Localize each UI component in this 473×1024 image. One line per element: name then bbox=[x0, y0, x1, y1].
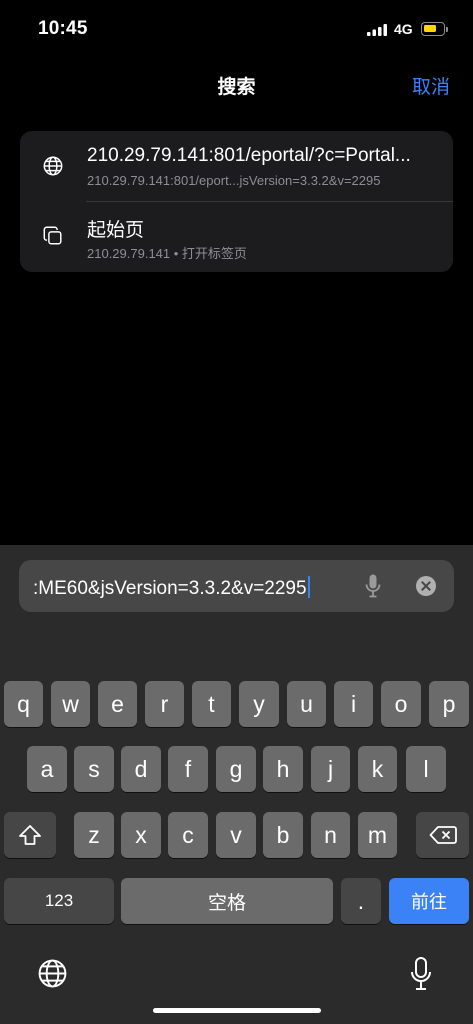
tabs-icon bbox=[43, 226, 62, 245]
key-q[interactable]: q bbox=[4, 681, 43, 727]
address-bar[interactable]: :ME60&jsVersion=3.3.2&v=2295 bbox=[19, 560, 454, 612]
suggestion-item[interactable]: 起始页 210.29.79.141 • 打开标签页 bbox=[20, 201, 453, 271]
home-indicator[interactable] bbox=[153, 1008, 321, 1013]
page-title: 搜索 bbox=[217, 77, 256, 98]
shift-key[interactable] bbox=[4, 812, 56, 858]
cancel-button[interactable]: 取消 bbox=[412, 72, 450, 99]
suggestion-title: 210.29.79.141:801/eportal/?c=Portal... bbox=[87, 145, 411, 166]
microphone-icon[interactable] bbox=[365, 573, 381, 599]
key-p[interactable]: p bbox=[429, 681, 469, 727]
key-e[interactable]: e bbox=[98, 681, 137, 727]
numbers-key[interactable]: 123 bbox=[4, 878, 114, 924]
battery-icon bbox=[421, 22, 448, 36]
delete-key[interactable] bbox=[416, 812, 469, 858]
key-h[interactable]: h bbox=[263, 746, 303, 792]
globe-keyboard-icon[interactable] bbox=[37, 958, 68, 989]
key-v[interactable]: v bbox=[216, 812, 256, 858]
key-o[interactable]: o bbox=[381, 681, 421, 727]
suggestion-title: 起始页 bbox=[87, 220, 145, 241]
key-w[interactable]: w bbox=[51, 681, 90, 727]
suggestions-list: 210.29.79.141:801/eportal/?c=Portal... 2… bbox=[20, 131, 453, 272]
shift-icon bbox=[19, 825, 41, 845]
backspace-icon bbox=[429, 826, 457, 844]
key-k[interactable]: k bbox=[358, 746, 397, 792]
key-b[interactable]: b bbox=[263, 812, 303, 858]
key-j[interactable]: j bbox=[311, 746, 350, 792]
cellular-signal-icon bbox=[367, 24, 387, 36]
key-t[interactable]: t bbox=[192, 681, 231, 727]
key-l[interactable]: l bbox=[406, 746, 446, 792]
go-key[interactable]: 前往 bbox=[389, 878, 469, 924]
address-input[interactable]: :ME60&jsVersion=3.3.2&v=2295 bbox=[33, 576, 310, 600]
network-type: 4G bbox=[394, 21, 413, 37]
key-d[interactable]: d bbox=[121, 746, 161, 792]
key-z[interactable]: z bbox=[74, 812, 114, 858]
key-m[interactable]: m bbox=[358, 812, 397, 858]
key-x[interactable]: x bbox=[121, 812, 161, 858]
key-f[interactable]: f bbox=[168, 746, 208, 792]
key-u[interactable]: u bbox=[287, 681, 326, 727]
suggestion-subtitle: 210.29.79.141:801/eport...jsVersion=3.3.… bbox=[87, 173, 381, 188]
address-value: :ME60&jsVersion=3.3.2&v=2295 bbox=[33, 578, 307, 599]
period-key[interactable]: . bbox=[341, 878, 381, 924]
dictation-microphone-icon[interactable] bbox=[410, 956, 432, 992]
text-cursor bbox=[307, 576, 310, 598]
status-time: 10:45 bbox=[38, 18, 88, 39]
key-c[interactable]: c bbox=[168, 812, 208, 858]
suggestion-subtitle: 210.29.79.141 • 打开标签页 bbox=[87, 246, 247, 261]
clear-text-button[interactable] bbox=[416, 576, 436, 596]
key-a[interactable]: a bbox=[27, 746, 67, 792]
key-s[interactable]: s bbox=[74, 746, 114, 792]
space-key[interactable]: 空格 bbox=[121, 878, 333, 924]
globe-icon bbox=[43, 156, 63, 176]
suggestion-item[interactable]: 210.29.79.141:801/eportal/?c=Portal... 2… bbox=[20, 131, 453, 201]
key-n[interactable]: n bbox=[311, 812, 350, 858]
key-i[interactable]: i bbox=[334, 681, 373, 727]
key-g[interactable]: g bbox=[216, 746, 256, 792]
key-y[interactable]: y bbox=[239, 681, 279, 727]
key-r[interactable]: r bbox=[145, 681, 184, 727]
